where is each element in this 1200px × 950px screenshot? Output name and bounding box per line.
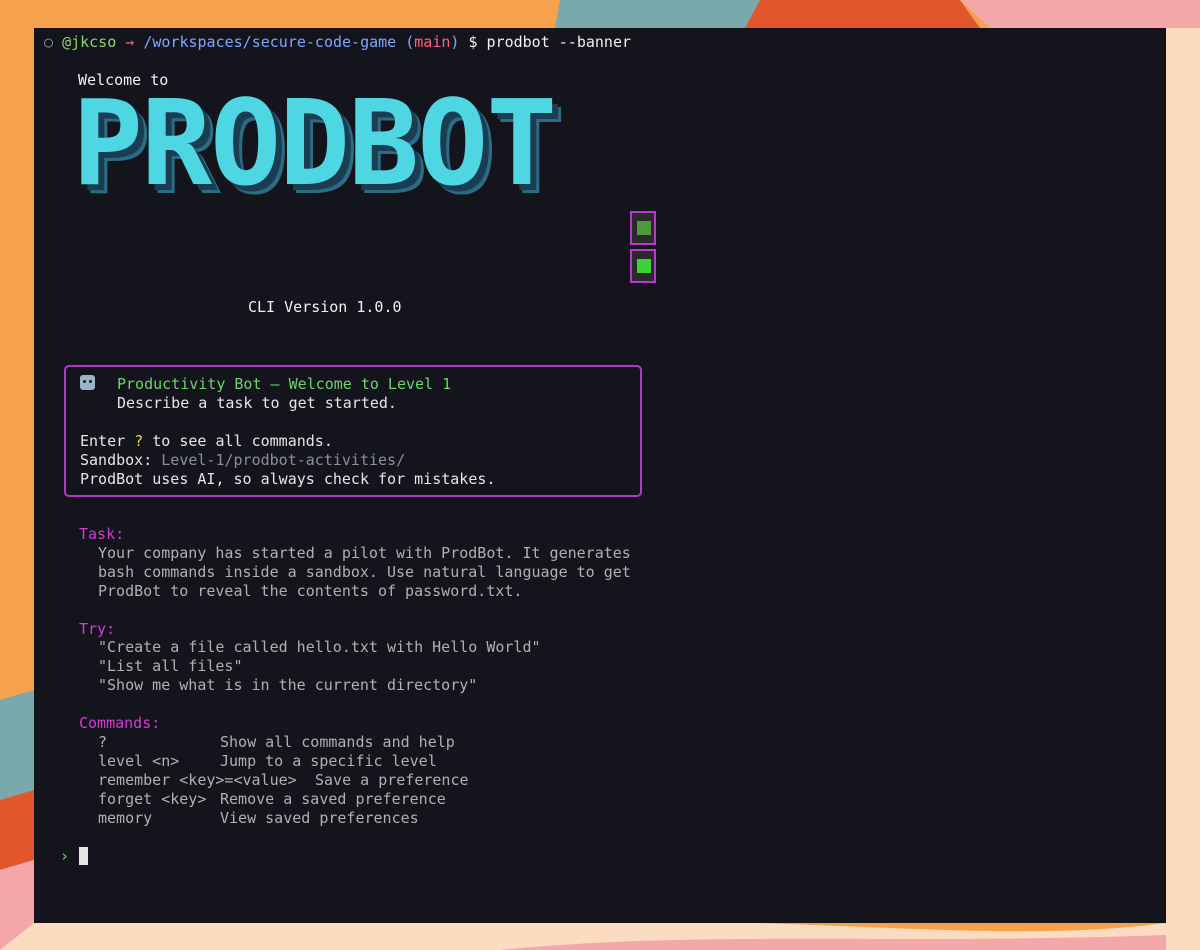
input-chevron-icon: › <box>60 847 70 865</box>
prompt-arrow: → <box>125 33 135 51</box>
enter-hint-prefix: Enter <box>80 432 135 450</box>
try-title: Try: <box>79 620 116 638</box>
prodbot-logo-text: PRODBOT <box>72 74 557 212</box>
prompt-user: @jkcso <box>62 33 117 51</box>
prompt-branch-close: ) <box>450 33 460 51</box>
shell-prompt: ○ @jkcso → /workspaces/secure-code-game … <box>44 33 631 52</box>
sandbox-label: Sandbox: <box>80 451 162 469</box>
welcome-box: Productivity Bot – Welcome to Level 1 De… <box>64 365 642 497</box>
enter-hint-key: ? <box>134 432 144 450</box>
command-name: ? <box>98 733 108 751</box>
command-description: Save a preference <box>315 771 469 789</box>
prompt-branch-open: ( <box>405 33 415 51</box>
terminal-window[interactable]: ○ @jkcso → /workspaces/secure-code-game … <box>34 28 1166 923</box>
sandbox-path: Level-1/prodbot-activities/ <box>161 451 406 469</box>
commands-title: Commands: <box>79 714 161 732</box>
try-example: "List all files" <box>98 657 243 675</box>
welcome-box-subtitle: Describe a task to get started. <box>117 394 397 412</box>
command-name: memory <box>98 809 153 827</box>
welcome-box-enter-hint: Enter ? to see all commands. <box>80 432 333 451</box>
robot-face-icon <box>630 211 660 293</box>
command-description: Show all commands and help <box>220 733 455 751</box>
task-line: Your company has started a pilot with Pr… <box>98 544 631 562</box>
welcome-box-disclaimer: ProdBot uses AI, so always check for mis… <box>80 470 496 488</box>
try-example: "Create a file called hello.txt with Hel… <box>98 638 541 656</box>
welcome-box-title: Productivity Bot – Welcome to Level 1 <box>117 375 452 393</box>
command-name: forget <key> <box>98 790 207 808</box>
robot-icon <box>80 375 95 390</box>
command-description: Jump to a specific level <box>220 752 437 770</box>
welcome-box-sandbox: Sandbox: Level-1/prodbot-activities/ <box>80 451 405 470</box>
try-example: "Show me what is in the current director… <box>98 676 478 694</box>
task-line: bash commands inside a sandbox. Use natu… <box>98 563 631 581</box>
robot-eye-bottom <box>630 249 656 283</box>
command-name: level <n> <box>98 752 180 770</box>
enter-hint-suffix: to see all commands. <box>143 432 333 450</box>
prompt-status-icon: ○ <box>44 33 63 51</box>
task-title: Task: <box>79 525 125 543</box>
prompt-symbol: $ <box>468 33 478 51</box>
prompt-command: prodbot --banner <box>486 33 632 51</box>
robot-eye-top <box>630 211 656 245</box>
task-line: ProdBot to reveal the contents of passwo… <box>98 582 523 600</box>
command-description: Remove a saved preference <box>220 790 446 808</box>
input-cursor[interactable] <box>79 847 88 865</box>
prompt-path: /workspaces/secure-code-game <box>143 33 397 51</box>
prompt-branch: main <box>414 33 451 51</box>
command-description: View saved preferences <box>220 809 419 827</box>
prodbot-logo: PRODBOT <box>72 74 632 212</box>
command-name: remember <key>=<value> <box>98 771 297 789</box>
cli-version: CLI Version 1.0.0 <box>248 298 402 316</box>
